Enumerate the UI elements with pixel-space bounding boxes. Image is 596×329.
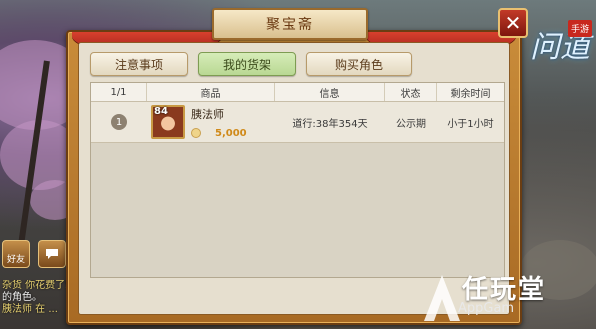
chat-line: 杂货 你花费了5 bbox=[2, 280, 72, 291]
friends-button-label: 好友 bbox=[6, 255, 25, 265]
watermark-logo-icon bbox=[424, 275, 460, 321]
listing-status: 公示期 bbox=[396, 118, 426, 130]
remaining-time: 小于1小时 bbox=[447, 118, 494, 130]
game-logo: 问道 手游 bbox=[524, 16, 594, 94]
chat-log: 杂货 你花费了5 的角色。 胰法师 在 ... bbox=[2, 280, 74, 316]
dialog-title: 聚宝斋 bbox=[212, 8, 368, 40]
close-button[interactable]: ✕ bbox=[498, 8, 528, 38]
header-page: 1/1 bbox=[91, 83, 147, 101]
character-level: 84 bbox=[154, 106, 168, 117]
header-status: 状态 bbox=[385, 83, 437, 101]
tab-bar: 注意事项 我的货架 购买角色 bbox=[90, 52, 412, 76]
coin-icon bbox=[191, 128, 201, 138]
chat-line: 胰法师 在 ... bbox=[2, 304, 58, 315]
tab-my-shelf[interactable]: 我的货架 bbox=[198, 52, 296, 76]
chat-panel: 好友 杂货 你花费了5 的角色。 胰法师 在 ... bbox=[0, 236, 72, 329]
character-avatar: 84 bbox=[151, 105, 185, 139]
table-header: 1/1 商品 信息 状态 剩余时间 bbox=[91, 83, 504, 102]
tab-notice[interactable]: 注意事项 bbox=[90, 52, 188, 76]
chat-line: 的角色。 bbox=[2, 292, 42, 303]
header-time: 剩余时间 bbox=[450, 88, 491, 100]
listing-table: 1/1 商品 信息 状态 剩余时间 1 84 胰法师 5,000 道行:38年3… bbox=[90, 82, 505, 278]
row-index: 1 bbox=[111, 114, 127, 130]
watermark-subtext: AppGam bbox=[458, 301, 515, 316]
logo-badge: 手游 bbox=[567, 20, 592, 37]
header-info: 信息 bbox=[275, 83, 385, 101]
chat-bubble-icon[interactable] bbox=[38, 240, 66, 268]
site-watermark: 任玩堂 AppGam bbox=[418, 267, 596, 329]
character-price: 5,000 bbox=[215, 127, 247, 139]
header-goods: 商品 bbox=[147, 83, 275, 101]
tab-buy-character[interactable]: 购买角色 bbox=[306, 52, 412, 76]
table-row[interactable]: 1 84 胰法师 5,000 道行:38年354天 公示期 小于1小时 bbox=[91, 102, 504, 143]
character-info: 道行:38年354天 bbox=[292, 118, 368, 130]
friends-button[interactable]: 好友 bbox=[2, 240, 30, 268]
character-name: 胰法师 bbox=[191, 107, 224, 121]
